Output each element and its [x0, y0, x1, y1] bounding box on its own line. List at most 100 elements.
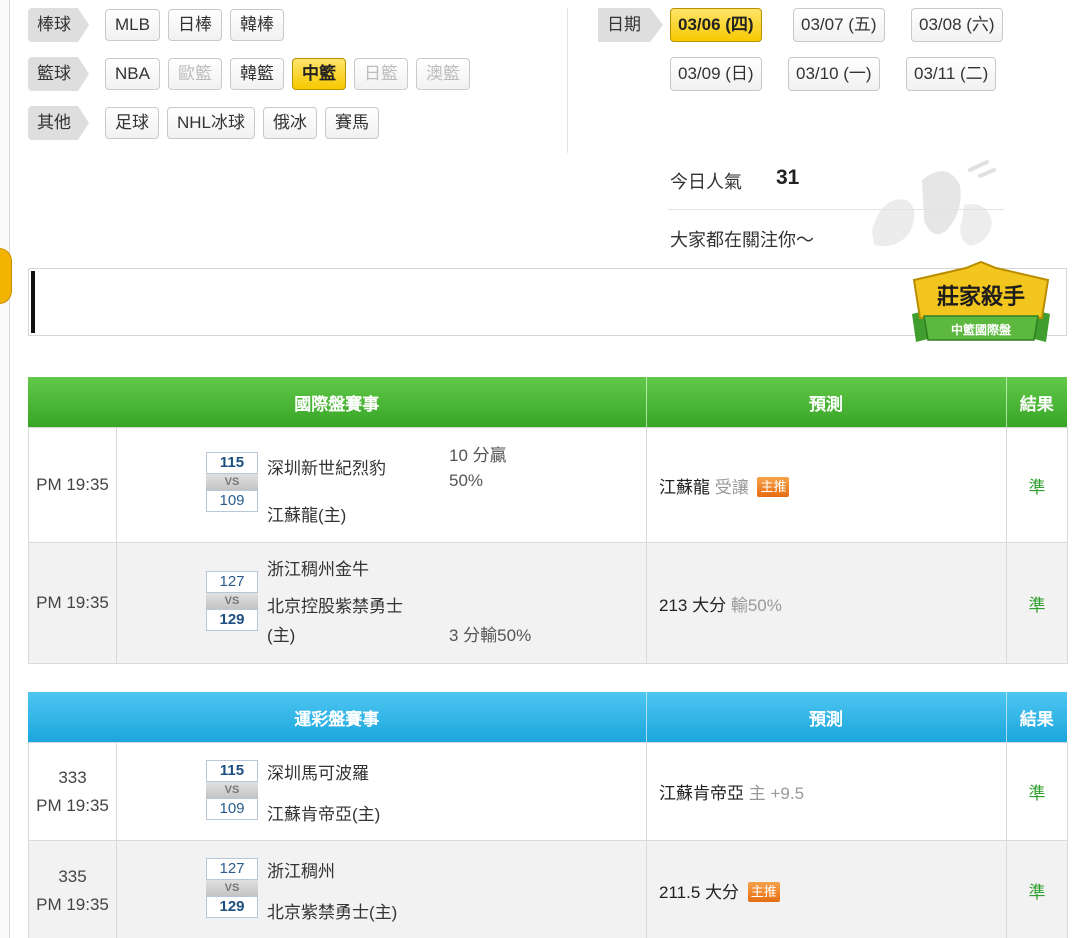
category-label: 籃球 — [28, 57, 89, 91]
result-status: 準 — [1028, 477, 1046, 497]
date-chip-0310[interactable]: 03/10 (一) — [788, 57, 880, 91]
match-cell: 127 VS 129 浙江稠州 北京紫禁勇士(主) — [116, 840, 647, 938]
game-number: 335 — [58, 866, 87, 886]
intl-odds-table-body: PM 19:35 115 VS 109 深圳新世紀烈豹 江蘇龍(主) 10 分贏… — [28, 427, 1068, 664]
side-tab-handle[interactable] — [0, 248, 12, 304]
home-score: 109 — [206, 798, 258, 820]
chip-euro-basketball: 歐籃 — [167, 58, 222, 90]
home-team[interactable]: 北京控股紫禁勇士 — [267, 596, 403, 618]
away-score: 127 — [206, 571, 258, 593]
table-row: 335 PM 19:35 127 VS 129 浙江稠州 北京紫禁勇士(主) 2… — [28, 840, 1068, 938]
category-row-basketball: 籃球 NBA 歐籃 韓籃 中籃 日籃 澳籃 — [28, 57, 470, 91]
date-chip-0309[interactable]: 03/09 (日) — [670, 57, 762, 91]
category-row-baseball: 棒球 MLB 日棒 韓棒 — [28, 8, 284, 42]
date-chip-0311[interactable]: 03/11 (二) — [906, 57, 997, 91]
home-score: 129 — [206, 609, 258, 631]
header-prediction: 預測 — [646, 377, 1007, 427]
chip-australia-basketball: 澳籃 — [415, 58, 470, 90]
intl-odds-table: 國際盤賽事 預測 結果 — [28, 377, 1067, 427]
match-cell: 115 VS 109 深圳新世紀烈豹 江蘇龍(主) 10 分贏 50% — [116, 427, 647, 543]
prediction-main: 213 大分 — [659, 595, 727, 615]
chip-horse-racing[interactable]: 賽馬 — [325, 107, 380, 139]
vs-label: VS — [206, 880, 258, 896]
prediction-sub: 輸50% — [730, 595, 782, 615]
chip-russia-hockey[interactable]: 俄冰 — [263, 107, 318, 139]
table-row: PM 19:35 127 VS 129 浙江稠州金牛 北京控股紫禁勇士 (主) … — [28, 542, 1068, 664]
prediction-main: 江蘇龍 — [659, 477, 710, 497]
match-time: PM 19:35 — [36, 475, 109, 494]
match-time: PM 19:35 — [36, 894, 109, 914]
category-label: 棒球 — [28, 8, 89, 42]
away-score: 115 — [206, 452, 258, 474]
left-edge-panel — [0, 0, 10, 938]
chip-mlb[interactable]: MLB — [105, 9, 160, 41]
featured-pick-badge: 主推 — [747, 882, 780, 902]
table-row: PM 19:35 115 VS 109 深圳新世紀烈豹 江蘇龍(主) 10 分贏… — [28, 427, 1068, 543]
date-chip-0307[interactable]: 03/07 (五) — [793, 8, 885, 42]
prediction-main: 江蘇肯帝亞 — [659, 784, 744, 803]
result-status: 準 — [1028, 784, 1046, 803]
header-result: 結果 — [1006, 692, 1067, 742]
match-cell: 115 VS 109 深圳馬可波羅 江蘇肯帝亞(主) — [116, 742, 647, 841]
chip-nhl[interactable]: NHL冰球 — [167, 107, 256, 139]
featured-pick-badge: 主推 — [757, 476, 790, 497]
odds-line-2: 50% — [449, 471, 484, 490]
chip-nba[interactable]: NBA — [105, 58, 160, 90]
away-team[interactable]: 浙江稠州金牛 — [267, 559, 369, 581]
away-score: 127 — [206, 858, 258, 880]
result-cell: 準 — [1006, 427, 1068, 543]
badge-title: 莊家殺手 — [937, 284, 1025, 310]
score-box: 127 VS 129 — [206, 571, 258, 631]
prediction-cell: 211.5 大分 主推 — [646, 840, 1007, 938]
vs-label: VS — [206, 593, 258, 609]
header-prediction: 預測 — [646, 692, 1007, 742]
match-time-cell: 333 PM 19:35 — [28, 742, 117, 841]
match-time: PM 19:35 — [36, 795, 109, 815]
away-team[interactable]: 深圳馬可波羅 — [267, 763, 369, 785]
odds-line-1: 10 分贏 — [449, 446, 507, 465]
result-status: 準 — [1028, 883, 1046, 902]
home-team[interactable]: 北京紫禁勇士(主) — [267, 902, 397, 924]
game-number: 333 — [58, 767, 87, 787]
page-root: 棒球 MLB 日棒 韓棒 籃球 NBA 歐籃 韓籃 中籃 日籃 澳籃 其他 足球… — [0, 0, 1080, 938]
home-team-suffix: (主) — [267, 626, 296, 645]
score-box: 127 VS 129 — [206, 858, 258, 918]
vs-label: VS — [206, 474, 258, 490]
vs-label: VS — [206, 782, 258, 798]
prediction-cell: 江蘇肯帝亞 主 +9.5 — [646, 742, 1007, 841]
date-chip-0306[interactable]: 03/06 (四) — [670, 8, 762, 42]
away-team[interactable]: 浙江稠州 — [267, 861, 335, 883]
chip-soccer[interactable]: 足球 — [105, 107, 159, 139]
lottery-odds-table-body: 333 PM 19:35 115 VS 109 深圳馬可波羅 江蘇肯帝亞(主) … — [28, 742, 1068, 938]
match-time-cell: PM 19:35 — [28, 427, 117, 543]
date-label: 日期 — [598, 8, 663, 42]
prediction-sub: 主 +9.5 — [748, 784, 805, 803]
popularity-count: 31 — [776, 166, 800, 189]
chip-korea-basketball[interactable]: 韓籃 — [229, 58, 284, 90]
match-time: PM 19:35 — [36, 593, 109, 612]
home-score: 109 — [206, 490, 258, 512]
odds-line: 3 分輸50% — [449, 626, 532, 645]
match-cell: 127 VS 129 浙江稠州金牛 北京控股紫禁勇士 (主) 3 分輸50% — [116, 542, 647, 664]
chip-japan-basketball: 日籃 — [353, 58, 408, 90]
away-score: 115 — [206, 760, 258, 782]
home-team[interactable]: 江蘇龍(主) — [267, 505, 346, 527]
popularity-label: 今日人氣 — [670, 172, 742, 192]
header-match: 運彩盤賽事 — [28, 692, 647, 742]
chip-china-basketball[interactable]: 中籃 — [291, 58, 346, 90]
chip-japan-baseball[interactable]: 日棒 — [167, 9, 222, 41]
popularity-message: 大家都在關注你～ — [670, 230, 814, 250]
score-box: 115 VS 109 — [206, 452, 258, 512]
category-row-other: 其他 足球 NHL冰球 俄冰 賽馬 — [28, 106, 380, 140]
category-label: 其他 — [28, 106, 89, 140]
match-time-cell: 335 PM 19:35 — [28, 840, 117, 938]
result-cell: 準 — [1006, 542, 1068, 664]
header-result: 結果 — [1006, 377, 1067, 427]
match-time-cell: PM 19:35 — [28, 542, 117, 664]
away-team[interactable]: 深圳新世紀烈豹 — [267, 458, 386, 480]
home-team[interactable]: 江蘇肯帝亞(主) — [267, 804, 380, 826]
decorative-figure-icon — [872, 160, 996, 247]
date-chip-0308[interactable]: 03/08 (六) — [911, 8, 1003, 42]
result-cell: 準 — [1006, 742, 1068, 841]
chip-korea-baseball[interactable]: 韓棒 — [229, 9, 284, 41]
